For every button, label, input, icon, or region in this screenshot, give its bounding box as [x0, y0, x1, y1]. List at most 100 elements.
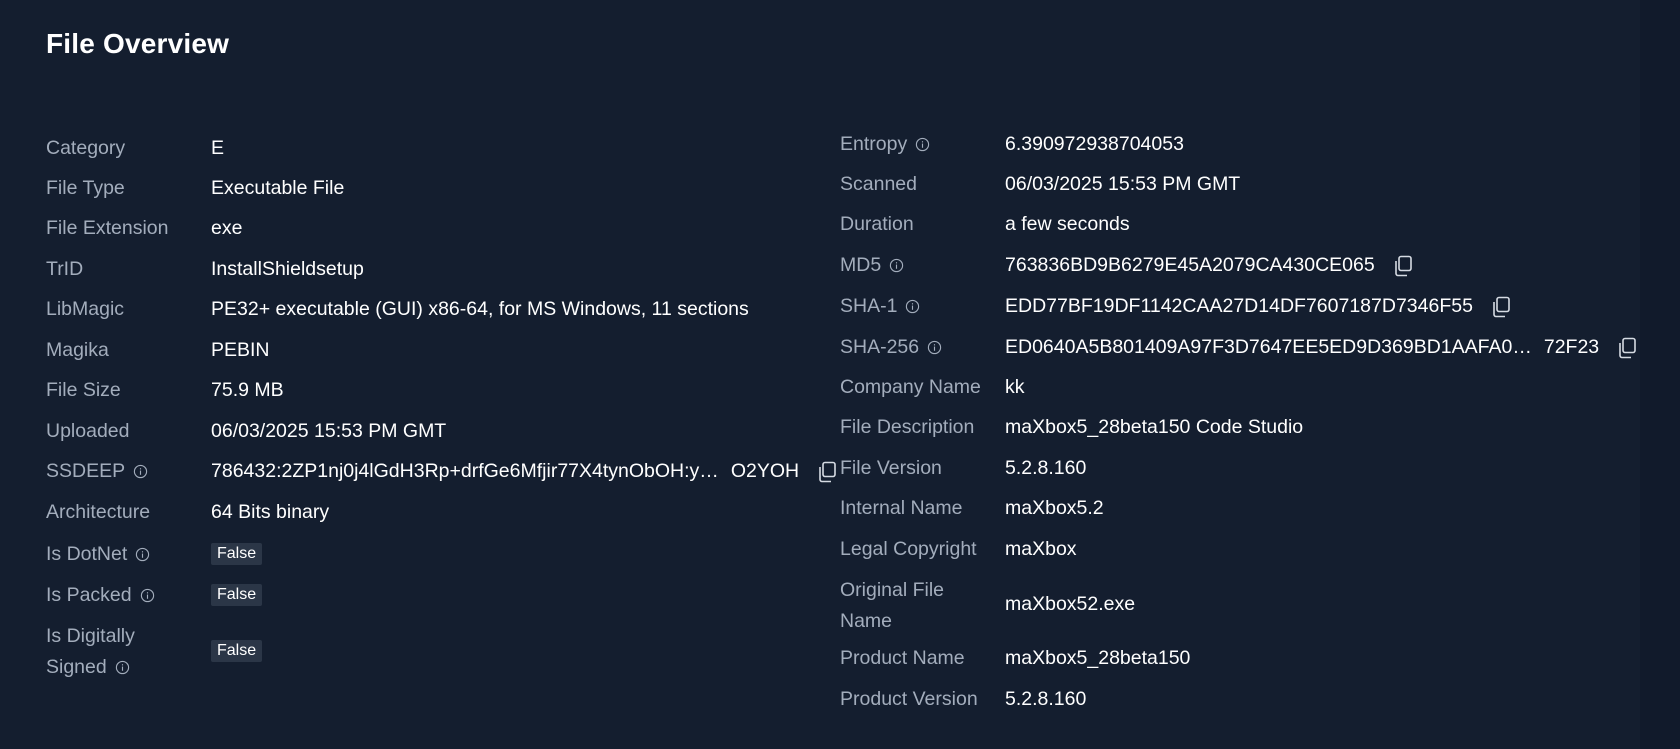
is-digitally-signed-value: False — [211, 640, 263, 662]
is-packed-label: Is Packed — [46, 584, 132, 606]
field-label: Uploaded — [46, 420, 130, 442]
copy-icon[interactable] — [1617, 337, 1637, 359]
duration-value: a few seconds — [1005, 213, 1130, 235]
field-label: Internal Name — [840, 497, 963, 519]
page-title: File Overview — [46, 28, 230, 59]
row-file-type: File Type — [46, 173, 125, 204]
entropy-value: 6.390972938704053 — [1005, 133, 1184, 155]
field-label: File Description — [840, 416, 975, 438]
md5-value: 763836BD9B6279E45A2079CA430CE065 — [1005, 254, 1413, 277]
file-size-value: 75.9 MB — [211, 379, 284, 401]
field-label: Duration — [840, 213, 914, 235]
row-is-dotnet: Is DotNet — [46, 539, 150, 570]
field-label: Magika — [46, 339, 109, 361]
scrollbar-track[interactable] — [1640, 0, 1680, 749]
field-label: Architecture — [46, 501, 151, 523]
ssdeep-value: 786432:2ZP1nj0j4lGdH3Rp+drfGe6Mfjir77X4t… — [211, 460, 837, 483]
row-ssdeep: SSDEEP — [46, 456, 148, 487]
info-circle-icon[interactable] — [927, 340, 942, 355]
company-name-value: kk — [1005, 376, 1025, 398]
field-label: File Size — [46, 379, 121, 401]
row-file-description: File Description — [840, 412, 974, 443]
file-overview-panel: File Overview Category E File Type Execu… — [0, 0, 1640, 749]
scanned-value: 06/03/2025 15:53 PM GMT — [1005, 173, 1241, 195]
field-label: File Extension — [46, 217, 169, 239]
product-name-value: maXbox5_28beta150 — [1005, 647, 1191, 669]
row-product-name: Product Name — [840, 643, 965, 674]
architecture-value: 64 Bits binary — [211, 501, 330, 523]
field-label: Company Name — [840, 376, 981, 398]
row-file-extension: File Extension — [46, 213, 168, 244]
md5-label: MD5 — [840, 254, 882, 276]
original-file-name-label-line1: Original File — [840, 579, 945, 601]
field-label: MD5 — [840, 250, 904, 281]
status-badge: False — [211, 584, 263, 606]
file-type-value: Executable File — [211, 177, 345, 199]
magika-value: PEBIN — [211, 339, 270, 361]
field-label: SHA-256 — [840, 332, 942, 363]
file-description-value: maXbox5_28beta150 Code Studio — [1005, 416, 1304, 438]
info-circle-icon[interactable] — [889, 258, 904, 273]
md5-hash: 763836BD9B6279E45A2079CA430CE065 — [1005, 254, 1375, 276]
copy-icon[interactable] — [1393, 255, 1413, 277]
copy-icon[interactable] — [817, 461, 837, 483]
trid-value: InstallShieldsetup — [211, 258, 364, 280]
info-circle-icon[interactable] — [915, 137, 930, 152]
row-sha1: SHA-1 — [840, 291, 920, 322]
original-file-name-label-line2: Name — [840, 610, 893, 632]
sha256-hash-end: 72F23 — [1543, 336, 1600, 358]
product-version-value: 5.2.8.160 — [1005, 688, 1087, 710]
row-entropy: Entropy — [840, 129, 930, 160]
info-circle-icon[interactable] — [115, 660, 130, 675]
copy-icon[interactable] — [1491, 296, 1511, 318]
is-digitally-signed-label-line2: Signed — [46, 656, 107, 678]
row-scanned: Scanned — [840, 169, 917, 200]
row-product-version: Product Version — [840, 684, 978, 715]
libmagic-value: PE32+ executable (GUI) x86-64, for MS Wi… — [211, 298, 749, 320]
field-label: Product Name — [840, 647, 965, 669]
row-file-version: File Version — [840, 453, 942, 484]
info-circle-icon[interactable] — [133, 464, 148, 479]
row-original-file-name: Original File Name — [840, 575, 944, 637]
file-extension-value: exe — [211, 217, 243, 239]
row-category: Category — [46, 133, 125, 164]
row-libmagic: LibMagic — [46, 294, 124, 325]
sha256-hash-start: ED0640A5B801409A97F3D7647EE5ED9D369BD1AA… — [1005, 336, 1532, 358]
field-label: Scanned — [840, 173, 917, 195]
row-trid: TrID — [46, 254, 83, 285]
row-md5: MD5 — [840, 250, 904, 281]
is-packed-value: False — [211, 584, 263, 606]
ssdeep-hash-start: 786432:2ZP1nj0j4lGdH3Rp+drfGe6Mfjir77X4t… — [211, 460, 719, 482]
is-dotnet-value: False — [211, 543, 263, 565]
field-label: Entropy — [840, 129, 930, 160]
field-label: Is DotNet — [46, 539, 150, 570]
row-magika: Magika — [46, 335, 109, 366]
field-label: Is Packed — [46, 580, 155, 611]
category-value: E — [211, 137, 225, 159]
row-architecture: Architecture — [46, 497, 150, 528]
field-label: File Type — [46, 177, 125, 199]
field-label: Legal Copyright — [840, 538, 977, 560]
sha256-value: ED0640A5B801409A97F3D7647EE5ED9D369BD1AA… — [1005, 336, 1637, 359]
field-label: SHA-1 — [840, 291, 920, 322]
field-label: Product Version — [840, 688, 978, 710]
row-uploaded: Uploaded — [46, 416, 129, 447]
row-internal-name: Internal Name — [840, 493, 962, 524]
info-circle-icon[interactable] — [905, 299, 920, 314]
field-label: File Version — [840, 457, 942, 479]
info-circle-icon[interactable] — [135, 547, 150, 562]
legal-copyright-value: maXbox — [1005, 538, 1077, 560]
info-circle-icon[interactable] — [140, 588, 155, 603]
field-label: Signed — [46, 652, 135, 683]
row-is-packed: Is Packed — [46, 580, 155, 611]
status-badge: False — [211, 640, 263, 662]
row-company-name: Company Name — [840, 372, 981, 403]
sha256-label: SHA-256 — [840, 336, 920, 358]
sha1-value: EDD77BF19DF1142CAA27D14DF7607187D7346F55 — [1005, 295, 1511, 318]
entropy-label: Entropy — [840, 133, 908, 155]
field-label: Category — [46, 137, 126, 159]
field-label: LibMagic — [46, 298, 125, 320]
row-is-digitally-signed: Is Digitally Signed — [46, 621, 135, 683]
is-digitally-signed-label-line1: Is Digitally — [46, 625, 135, 647]
sha1-hash: EDD77BF19DF1142CAA27D14DF7607187D7346F55 — [1005, 295, 1473, 317]
